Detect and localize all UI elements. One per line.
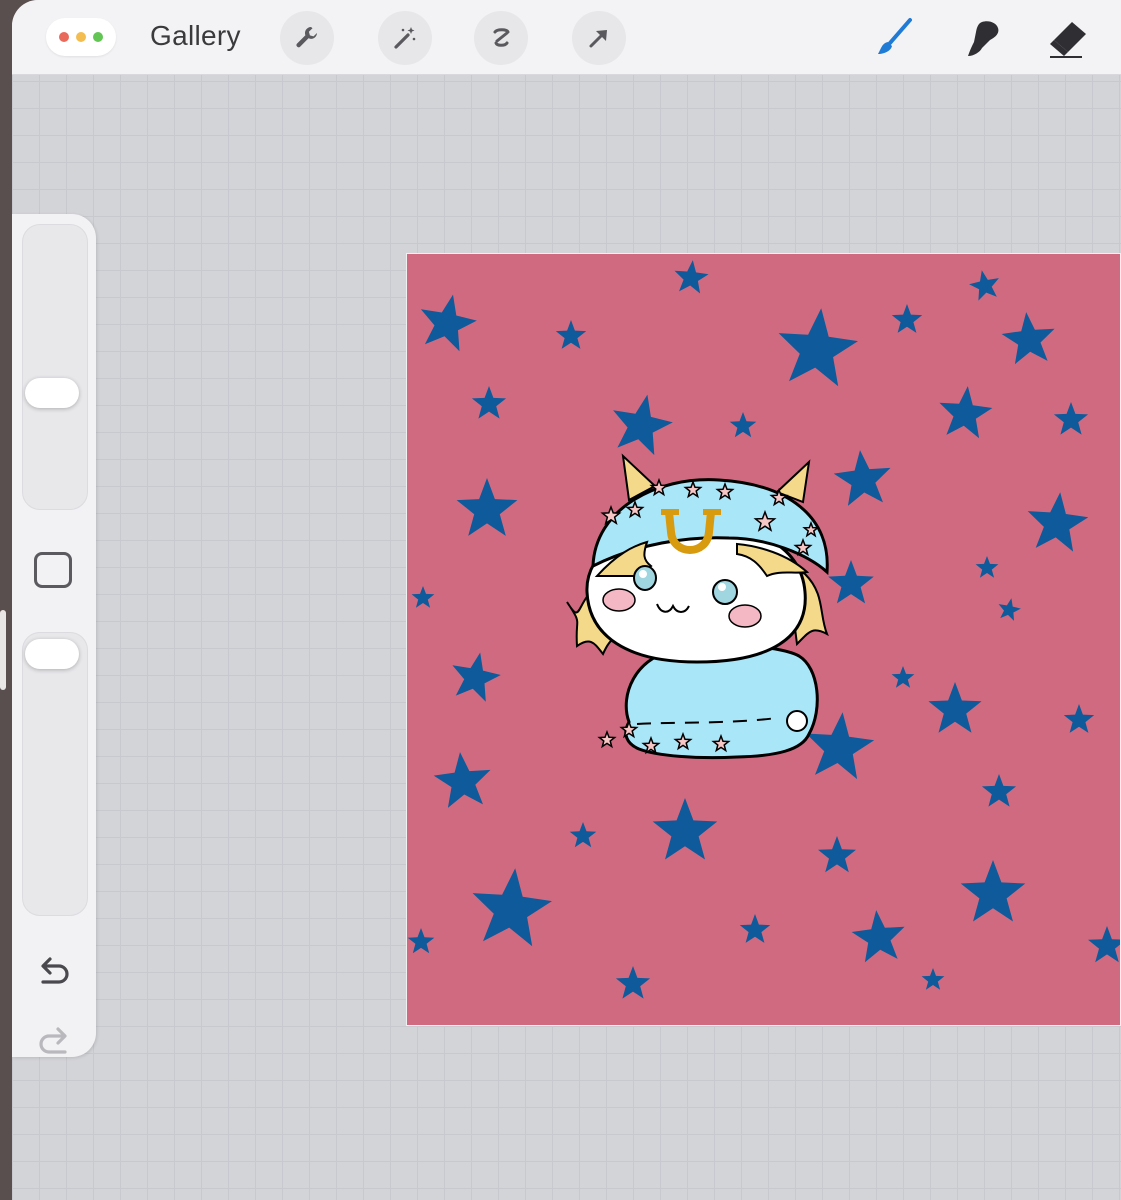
background-star [433,752,491,808]
background-star [998,598,1021,621]
redo-icon [39,1027,67,1054]
brush-icon [878,18,912,54]
selection-icon [493,28,510,47]
background-star [407,928,435,954]
background-star [613,394,673,456]
background-star [615,966,651,999]
hood-star [597,729,617,749]
top-toolbar: Gallery [12,0,1121,75]
background-star [939,386,993,439]
brush-size-knob[interactable] [25,378,79,408]
background-star [739,914,771,943]
background-star [778,308,858,387]
transform-arrow-icon [589,30,607,48]
background-star [652,798,718,860]
device-edge [0,610,6,690]
background-star [818,836,856,873]
undo-button[interactable] [33,950,75,992]
modify-button[interactable] [34,552,72,588]
background-star [1027,492,1089,552]
brush-size-slider[interactable] [22,224,88,510]
eraser-button[interactable] [1044,14,1092,62]
background-star [806,712,875,780]
background-star [891,304,923,333]
background-star [452,652,501,702]
wrench-icon [296,26,317,48]
close-dot [59,32,69,42]
background-star [891,666,915,688]
background-star [729,412,757,438]
gallery-button[interactable]: Gallery [150,20,241,52]
sidebar [12,214,96,1057]
background-star [981,774,1017,807]
smudge-icon [968,21,999,56]
background-star [921,968,945,990]
selection-button[interactable] [474,11,528,65]
zoom-dot [93,32,103,42]
magic-wand-icon [394,27,416,49]
background-star [674,260,709,294]
background-star [1063,704,1095,733]
eraser-icon [1050,22,1086,58]
opacity-knob[interactable] [25,639,79,669]
background-star [555,320,587,349]
background-star [1001,312,1055,365]
background-star [960,860,1026,922]
actions-button[interactable] [280,11,334,65]
minimize-dot [76,32,86,42]
background-star [975,556,999,578]
opacity-slider[interactable] [22,632,88,916]
background-star [1088,926,1120,963]
background-star [472,868,552,947]
smudge-button[interactable] [958,14,1006,62]
background-star [569,822,597,848]
artwork [407,260,1120,999]
background-star [969,270,999,301]
transform-button[interactable] [572,11,626,65]
background-star [928,682,982,733]
background-star [1053,402,1089,435]
background-star [411,586,435,608]
adjustments-button[interactable] [378,11,432,65]
background-star [833,450,891,506]
undo-icon [41,957,69,984]
background-star [851,910,905,963]
background-star [471,386,507,419]
brush-button[interactable] [870,14,918,62]
drawing-canvas[interactable] [406,253,1121,1026]
background-star [828,560,874,604]
redo-button[interactable] [33,1020,75,1062]
window-controls[interactable] [46,18,116,56]
background-star [420,294,477,352]
background-star [456,478,518,536]
character-illustration [566,453,829,760]
